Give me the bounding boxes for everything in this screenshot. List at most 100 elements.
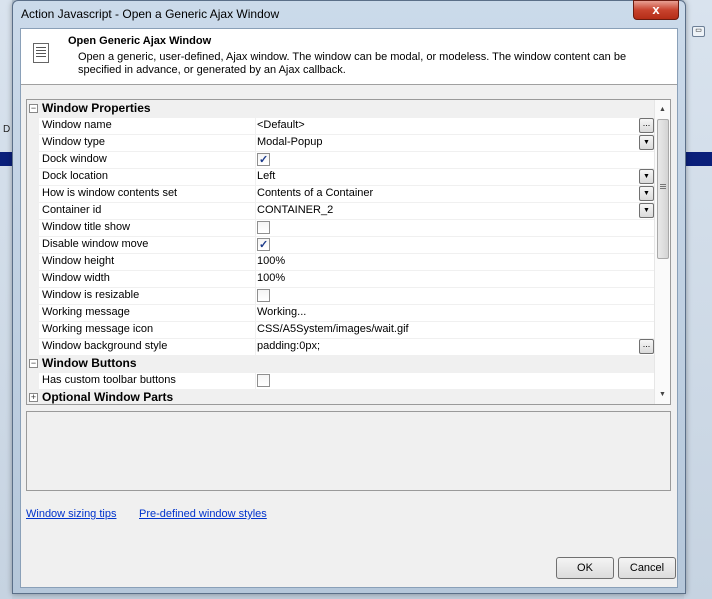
ellipsis-button[interactable]: ... — [639, 118, 654, 133]
grid-property-row[interactable]: Window type Modal-Popup ▼ — [27, 134, 654, 152]
grid-property-row[interactable]: Working message Working... — [27, 304, 654, 322]
property-value[interactable]: padding:0px; — [253, 338, 637, 355]
grid-property-row[interactable]: How is window contents set Contents of a … — [27, 185, 654, 203]
row-gutter — [27, 338, 39, 355]
grid-property-row[interactable]: Dock window — [27, 151, 654, 169]
background-app-right: ▭ — [684, 0, 712, 599]
row-gutter — [27, 202, 39, 219]
property-value-cell[interactable] — [253, 219, 637, 236]
property-name: Window name — [39, 117, 256, 134]
property-name: Has custom toolbar buttons — [39, 372, 256, 389]
category-label: Optional Window Parts — [42, 390, 174, 404]
header-description: Open a generic, user-defined, Ajax windo… — [78, 51, 627, 76]
property-value-text: Left — [257, 170, 276, 182]
document-list-icon — [33, 43, 49, 63]
property-name: Working message — [39, 304, 256, 321]
property-name: Window background style — [39, 338, 256, 355]
property-value-cell[interactable] — [253, 151, 637, 169]
predefined-window-styles-link[interactable]: Pre-defined window styles — [139, 508, 267, 520]
row-gutter — [27, 372, 39, 389]
property-value[interactable]: Working... — [253, 304, 637, 321]
property-name: Dock window — [39, 151, 256, 168]
property-value-cell[interactable] — [253, 287, 637, 304]
property-value-cell[interactable] — [253, 372, 637, 389]
ellipsis-button[interactable]: ... — [639, 339, 654, 354]
row-gutter — [27, 117, 39, 134]
expand-icon[interactable]: + — [29, 393, 38, 402]
category-label: Window Buttons — [42, 356, 137, 370]
property-checkbox[interactable] — [257, 221, 270, 234]
header-title: Open Generic Ajax Window — [68, 35, 212, 47]
grid-property-row[interactable]: Window width 100% — [27, 270, 654, 288]
property-value[interactable]: 100% — [253, 253, 637, 270]
row-gutter — [27, 185, 39, 202]
property-checkbox[interactable] — [257, 152, 270, 169]
collapse-icon[interactable]: − — [29, 359, 38, 368]
grid-category-row[interactable]: + Optional Window Parts — [27, 389, 654, 404]
property-value[interactable]: <Default> — [253, 117, 637, 134]
row-gutter — [27, 270, 39, 287]
category-label: Window Properties — [42, 101, 151, 115]
property-name: Container id — [39, 202, 256, 219]
property-value[interactable]: Modal-Popup — [253, 134, 637, 151]
window-sizing-tips-link[interactable]: Window sizing tips — [26, 508, 116, 520]
collapse-icon[interactable]: − — [29, 104, 38, 113]
row-gutter — [27, 287, 39, 304]
dialog-client-area: Open Generic Ajax Window Open a generic,… — [20, 28, 678, 588]
grid-property-row[interactable]: Has custom toolbar buttons — [27, 372, 654, 390]
grid-category-row[interactable]: − Window Properties — [27, 100, 654, 118]
action-javascript-dialog: Action Javascript - Open a Generic Ajax … — [12, 0, 686, 594]
property-checkbox[interactable] — [257, 237, 270, 254]
property-value[interactable]: CSS/A5System/images/wait.gif — [253, 321, 637, 338]
property-value[interactable]: Left — [253, 168, 637, 185]
header-panel: Open Generic Ajax Window Open a generic,… — [21, 29, 677, 85]
property-grid[interactable]: − Window Properties Window name <Default>..… — [26, 99, 671, 405]
row-gutter — [27, 134, 39, 151]
property-grid-rows: − Window Properties Window name <Default>..… — [27, 100, 654, 404]
row-gutter — [27, 321, 39, 338]
grid-property-row[interactable]: Window height 100% — [27, 253, 654, 271]
property-value-text: 100% — [257, 272, 286, 284]
property-value[interactable]: CONTAINER_2 — [253, 202, 637, 219]
row-gutter — [27, 236, 39, 253]
property-value-cell[interactable] — [253, 236, 637, 254]
background-selection-band — [684, 152, 712, 166]
grid-property-row[interactable]: Window background style padding:0px;... — [27, 338, 654, 356]
row-gutter — [27, 304, 39, 321]
grid-category-row[interactable]: − Window Buttons — [27, 355, 654, 373]
property-value-text: Working... — [257, 306, 307, 318]
dropdown-arrow-icon[interactable]: ▼ — [639, 135, 654, 150]
cancel-button[interactable]: Cancel — [618, 557, 676, 579]
dropdown-arrow-icon[interactable]: ▼ — [639, 186, 654, 201]
scrollbar-thumb[interactable] — [657, 119, 669, 259]
dropdown-arrow-icon[interactable]: ▼ — [639, 203, 654, 218]
background-app-left: D — [0, 0, 12, 599]
property-checkbox[interactable] — [257, 374, 270, 387]
property-value-text: CSS/A5System/images/wait.gif — [257, 323, 409, 335]
title-bar[interactable]: Action Javascript - Open a Generic Ajax … — [13, 0, 685, 27]
property-value-text: <Default> — [257, 119, 305, 131]
restore-icon[interactable]: ▭ — [692, 26, 705, 37]
property-name: Disable window move — [39, 236, 256, 253]
property-value-text: 100% — [257, 255, 286, 267]
grid-property-row[interactable]: Window name <Default>... — [27, 117, 654, 135]
scroll-up-arrow-icon[interactable]: ▲ — [658, 105, 667, 114]
row-gutter — [27, 151, 39, 168]
property-name: Dock location — [39, 168, 256, 185]
property-value[interactable]: Contents of a Container — [253, 185, 637, 202]
close-button[interactable]: x — [633, 0, 679, 20]
property-name: How is window contents set — [39, 185, 256, 202]
grid-property-row[interactable]: Window title show — [27, 219, 654, 237]
grid-property-row[interactable]: Window is resizable — [27, 287, 654, 305]
scroll-down-arrow-icon[interactable]: ▼ — [658, 390, 667, 399]
vertical-scrollbar[interactable]: ▲ ▼ — [654, 100, 670, 404]
grid-property-row[interactable]: Container id CONTAINER_2 ▼ — [27, 202, 654, 220]
property-name: Window width — [39, 270, 256, 287]
ok-button[interactable]: OK — [556, 557, 614, 579]
property-checkbox[interactable] — [257, 289, 270, 302]
property-value[interactable]: 100% — [253, 270, 637, 287]
grid-property-row[interactable]: Dock location Left ▼ — [27, 168, 654, 186]
grid-property-row[interactable]: Disable window move — [27, 236, 654, 254]
dropdown-arrow-icon[interactable]: ▼ — [639, 169, 654, 184]
grid-property-row[interactable]: Working message icon CSS/A5System/images/… — [27, 321, 654, 339]
